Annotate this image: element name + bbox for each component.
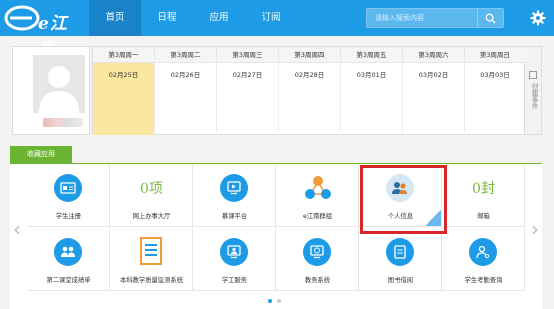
calendar-week-label: 第3周周一: [93, 47, 155, 63]
calendar-day[interactable]: 02月28日: [279, 63, 341, 135]
calendar-add-icon: [529, 71, 537, 79]
calendar-days: 02月25日 02月26日 02月27日 02月28日 03月01日 03月02…: [93, 63, 526, 135]
page-dot-active[interactable]: [268, 299, 272, 303]
pagination-dots: [268, 299, 281, 303]
monitor-user-icon: [220, 238, 248, 266]
calendar-day-today[interactable]: 02月25日: [93, 63, 155, 135]
app-label: 学生注册: [55, 213, 82, 220]
app-tile-student-affairs[interactable]: 学工服务: [193, 228, 276, 291]
calendar-week-label: 第3周周六: [403, 47, 465, 63]
id-card-icon: [54, 174, 82, 202]
app-tile-mailbox[interactable]: 0封 邮箱: [442, 164, 525, 227]
create-event-button[interactable]: 创建事件: [525, 46, 542, 135]
calendar-week-label: 第3周周五: [341, 47, 403, 63]
app-label: 学生考勤查询: [464, 277, 503, 284]
app-tile-attendance-query[interactable]: 学生考勤查询: [442, 228, 525, 291]
pending-items-count: 0项: [140, 181, 163, 197]
search-box: [366, 8, 504, 28]
app-label: 网上办事大厅: [132, 213, 171, 220]
calendar-day[interactable]: 02月26日: [155, 63, 217, 135]
app-label: e江南群组: [302, 213, 333, 220]
user-placeholder-icon: [39, 66, 79, 113]
app-tile-teaching-quality-monitor[interactable]: 本科教学质量监测系统: [110, 228, 193, 291]
search-input[interactable]: [367, 9, 477, 27]
app-label: 教务系统: [304, 277, 331, 284]
nav-item-schedule[interactable]: 日程: [141, 0, 193, 36]
app-label: 学工服务: [221, 277, 248, 284]
app-tile-academic-affairs[interactable]: 教务系统: [276, 228, 359, 291]
search-icon: [485, 13, 496, 24]
next-page-chevron-right-icon[interactable]: ›: [528, 214, 542, 244]
search-button[interactable]: [477, 9, 503, 27]
calendar-day[interactable]: 03月01日: [341, 63, 403, 135]
screen-play-icon: [220, 174, 248, 202]
selection-highlight: [360, 165, 447, 234]
app-label: 本科教学质量监测系统: [120, 277, 183, 284]
app-label: 慕课平台: [221, 213, 248, 220]
calendar-week-label: 第3周周四: [279, 47, 341, 63]
app-label: 图书借阅: [387, 277, 414, 284]
logo[interactable]: e江南: [4, 4, 74, 59]
top-navigation-bar: e江南 首页 日程 应用 订阅: [0, 0, 554, 59]
create-event-label: 创建事件: [530, 83, 538, 109]
page-dot[interactable]: [277, 299, 281, 303]
app-tile-library-borrowing[interactable]: 图书借阅: [359, 228, 442, 291]
calendar-day[interactable]: 02月27日: [217, 63, 279, 135]
app-label: 邮箱: [477, 213, 490, 220]
logo-e-icon: [4, 5, 40, 31]
group-nodes-icon: [305, 176, 331, 199]
prev-page-chevron-left-icon[interactable]: ‹: [10, 214, 24, 244]
app-tile-ejiangnan-groups[interactable]: e江南群组: [276, 164, 359, 227]
main-nav: 首页 日程 应用 订阅: [89, 0, 297, 36]
app-tile-second-classroom-transcript[interactable]: 第二课堂成绩单: [27, 228, 110, 291]
app-tile-mooc-platform[interactable]: 慕课平台: [193, 164, 276, 227]
calendar-week-label: 第3周周日: [465, 47, 526, 63]
nav-item-subscribe[interactable]: 订阅: [245, 0, 297, 36]
calendar-day[interactable]: 03月03日: [465, 63, 526, 135]
gear-icon[interactable]: [530, 10, 546, 26]
book-icon: [386, 238, 414, 266]
avatar[interactable]: [33, 55, 85, 113]
week-calendar: 第3周周一 第3周周二 第3周周三 第3周周四 第3周周五 第3周周六 第3周周…: [92, 46, 526, 135]
app-label: 第二课堂成绩单: [46, 277, 91, 284]
nav-item-apps[interactable]: 应用: [193, 0, 245, 36]
document-list-icon: [140, 237, 162, 265]
calendar-header: 第3周周一 第3周周二 第3周周三 第3周周四 第3周周五 第3周周六 第3周周…: [93, 47, 526, 63]
tab-favorite-apps[interactable]: 收藏应用: [10, 146, 72, 163]
nav-item-home[interactable]: 首页: [89, 0, 141, 36]
calendar-week-label: 第3周周二: [155, 47, 217, 63]
calendar-day[interactable]: 03月02日: [403, 63, 465, 135]
calendar-week-label: 第3周周三: [217, 47, 279, 63]
user-search-icon: [469, 238, 497, 266]
monitor-globe-icon: [303, 238, 331, 266]
unread-mail-count: 0封: [472, 181, 495, 197]
app-grid: ‹ › 学生注册 0项 网上办事大厅 慕课平台 e江南群组 个人信息 0封 邮箱: [10, 164, 542, 309]
user-name-blurred: [43, 118, 83, 127]
students-icon: [54, 238, 82, 266]
profile-card[interactable]: [12, 46, 90, 135]
app-tile-online-service-hall[interactable]: 0项 网上办事大厅: [110, 164, 193, 227]
app-tile-student-registration[interactable]: 学生注册: [27, 164, 110, 227]
